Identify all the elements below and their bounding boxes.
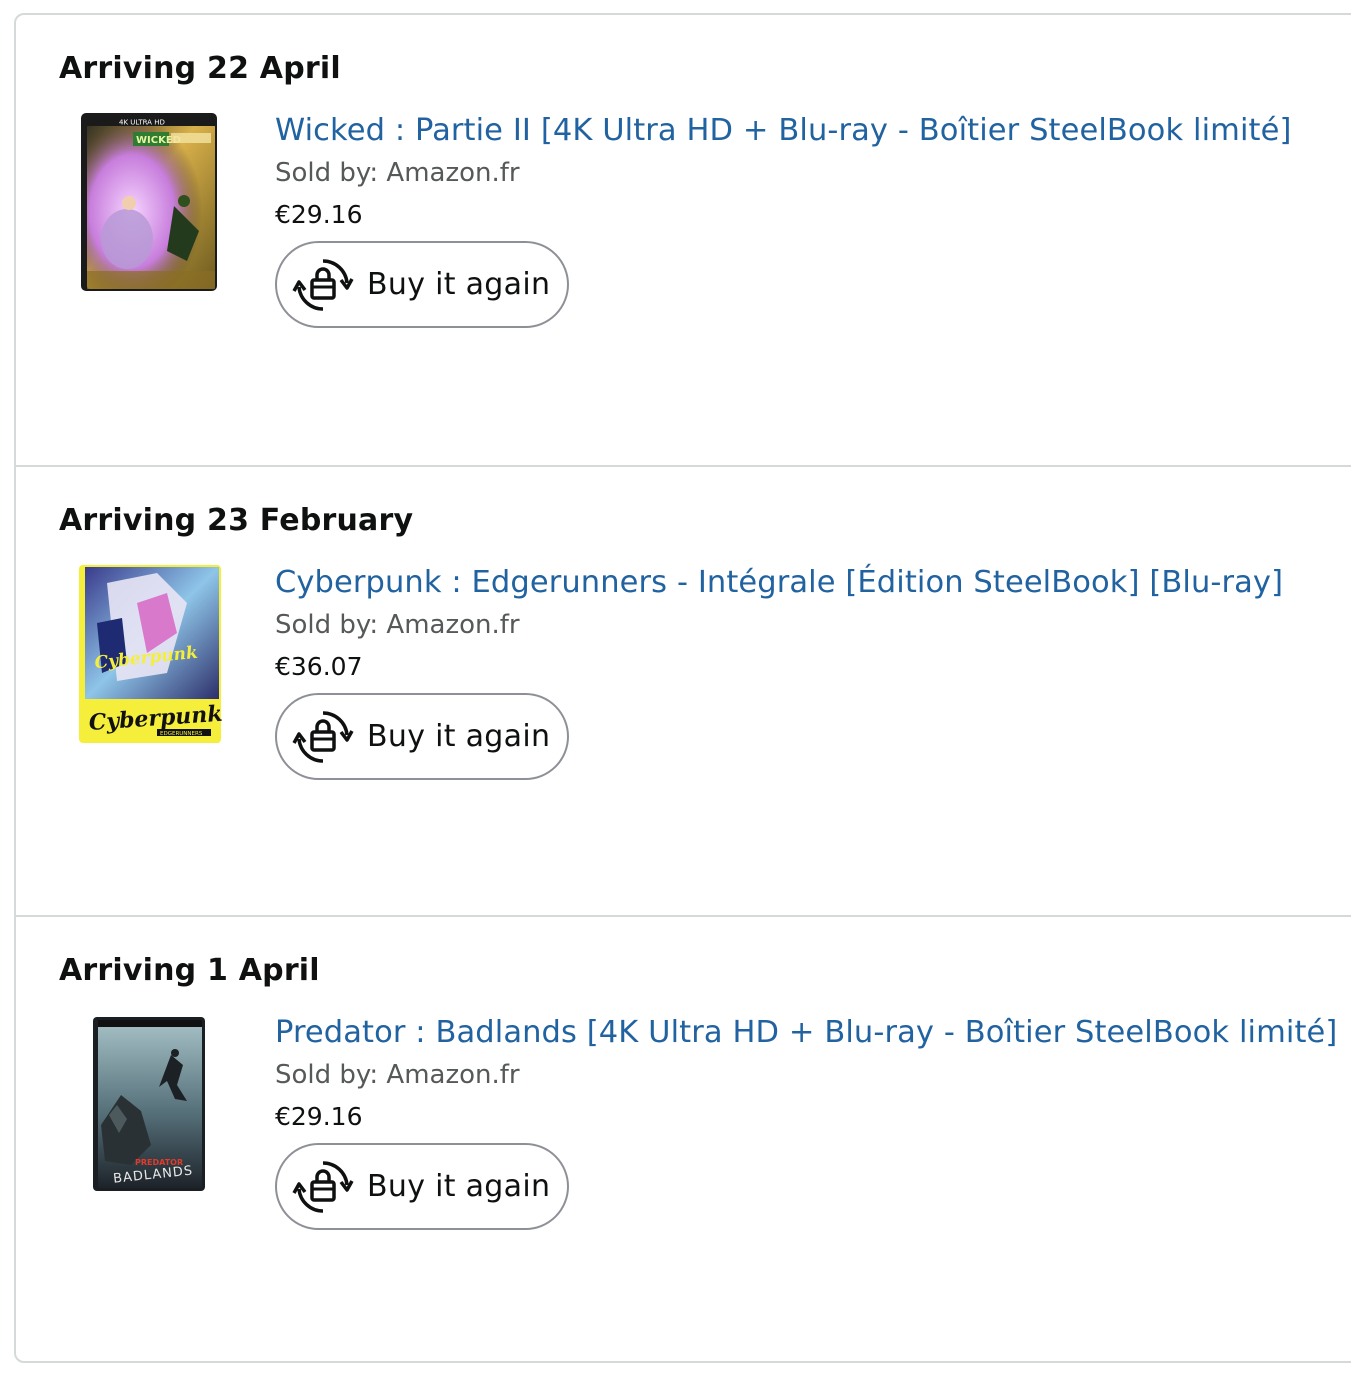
- bag-refresh-icon: [292, 258, 354, 311]
- order-card: Arriving 1 April PREDATOR BADLANDS Preda…: [16, 915, 1351, 1361]
- seller-info: Sold by: Amazon.fr: [275, 1060, 520, 1090]
- buy-it-again-label: Buy it again: [367, 267, 551, 302]
- cover-subtitle: EDGERUNNERS: [160, 731, 203, 737]
- bag-refresh-icon: [292, 710, 354, 763]
- order-card: Arriving 23 February Cyberpunk Cyberpunk…: [16, 465, 1351, 915]
- product-image-cyberpunk[interactable]: Cyberpunk Cyberpunk EDGERUNNERS: [77, 563, 223, 745]
- buy-it-again-button[interactable]: Buy it again: [275, 241, 569, 328]
- seller-info: Sold by: Amazon.fr: [275, 158, 520, 188]
- product-image-predator[interactable]: PREDATOR BADLANDS: [91, 1015, 207, 1193]
- product-price: €36.07: [275, 652, 363, 681]
- bag-refresh-icon: [292, 1160, 354, 1213]
- arriving-date: Arriving 22 April: [59, 51, 341, 86]
- product-price: €29.16: [275, 200, 363, 229]
- buy-it-again-label: Buy it again: [367, 1169, 551, 1204]
- product-image-wicked[interactable]: 4K ULTRA HD WICKED: [79, 111, 219, 293]
- cover-label: 4K ULTRA HD: [119, 119, 165, 127]
- arriving-date: Arriving 1 April: [59, 953, 320, 988]
- arriving-date: Arriving 23 February: [59, 503, 414, 538]
- seller-info: Sold by: Amazon.fr: [275, 610, 520, 640]
- order-list: Arriving 22 April 4K ULTRA HD WICKED Wic…: [14, 13, 1351, 1363]
- buy-it-again-button[interactable]: Buy it again: [275, 693, 569, 780]
- product-title-link[interactable]: Wicked : Partie II [4K Ultra HD + Blu-ra…: [275, 113, 1291, 148]
- product-title-link[interactable]: Predator : Badlands [4K Ultra HD + Blu-r…: [275, 1015, 1337, 1050]
- order-card: Arriving 22 April 4K ULTRA HD WICKED Wic…: [16, 15, 1351, 465]
- buy-it-again-button[interactable]: Buy it again: [275, 1143, 569, 1230]
- product-price: €29.16: [275, 1102, 363, 1131]
- buy-it-again-label: Buy it again: [367, 719, 551, 754]
- product-title-link[interactable]: Cyberpunk : Edgerunners - Intégrale [Édi…: [275, 565, 1283, 600]
